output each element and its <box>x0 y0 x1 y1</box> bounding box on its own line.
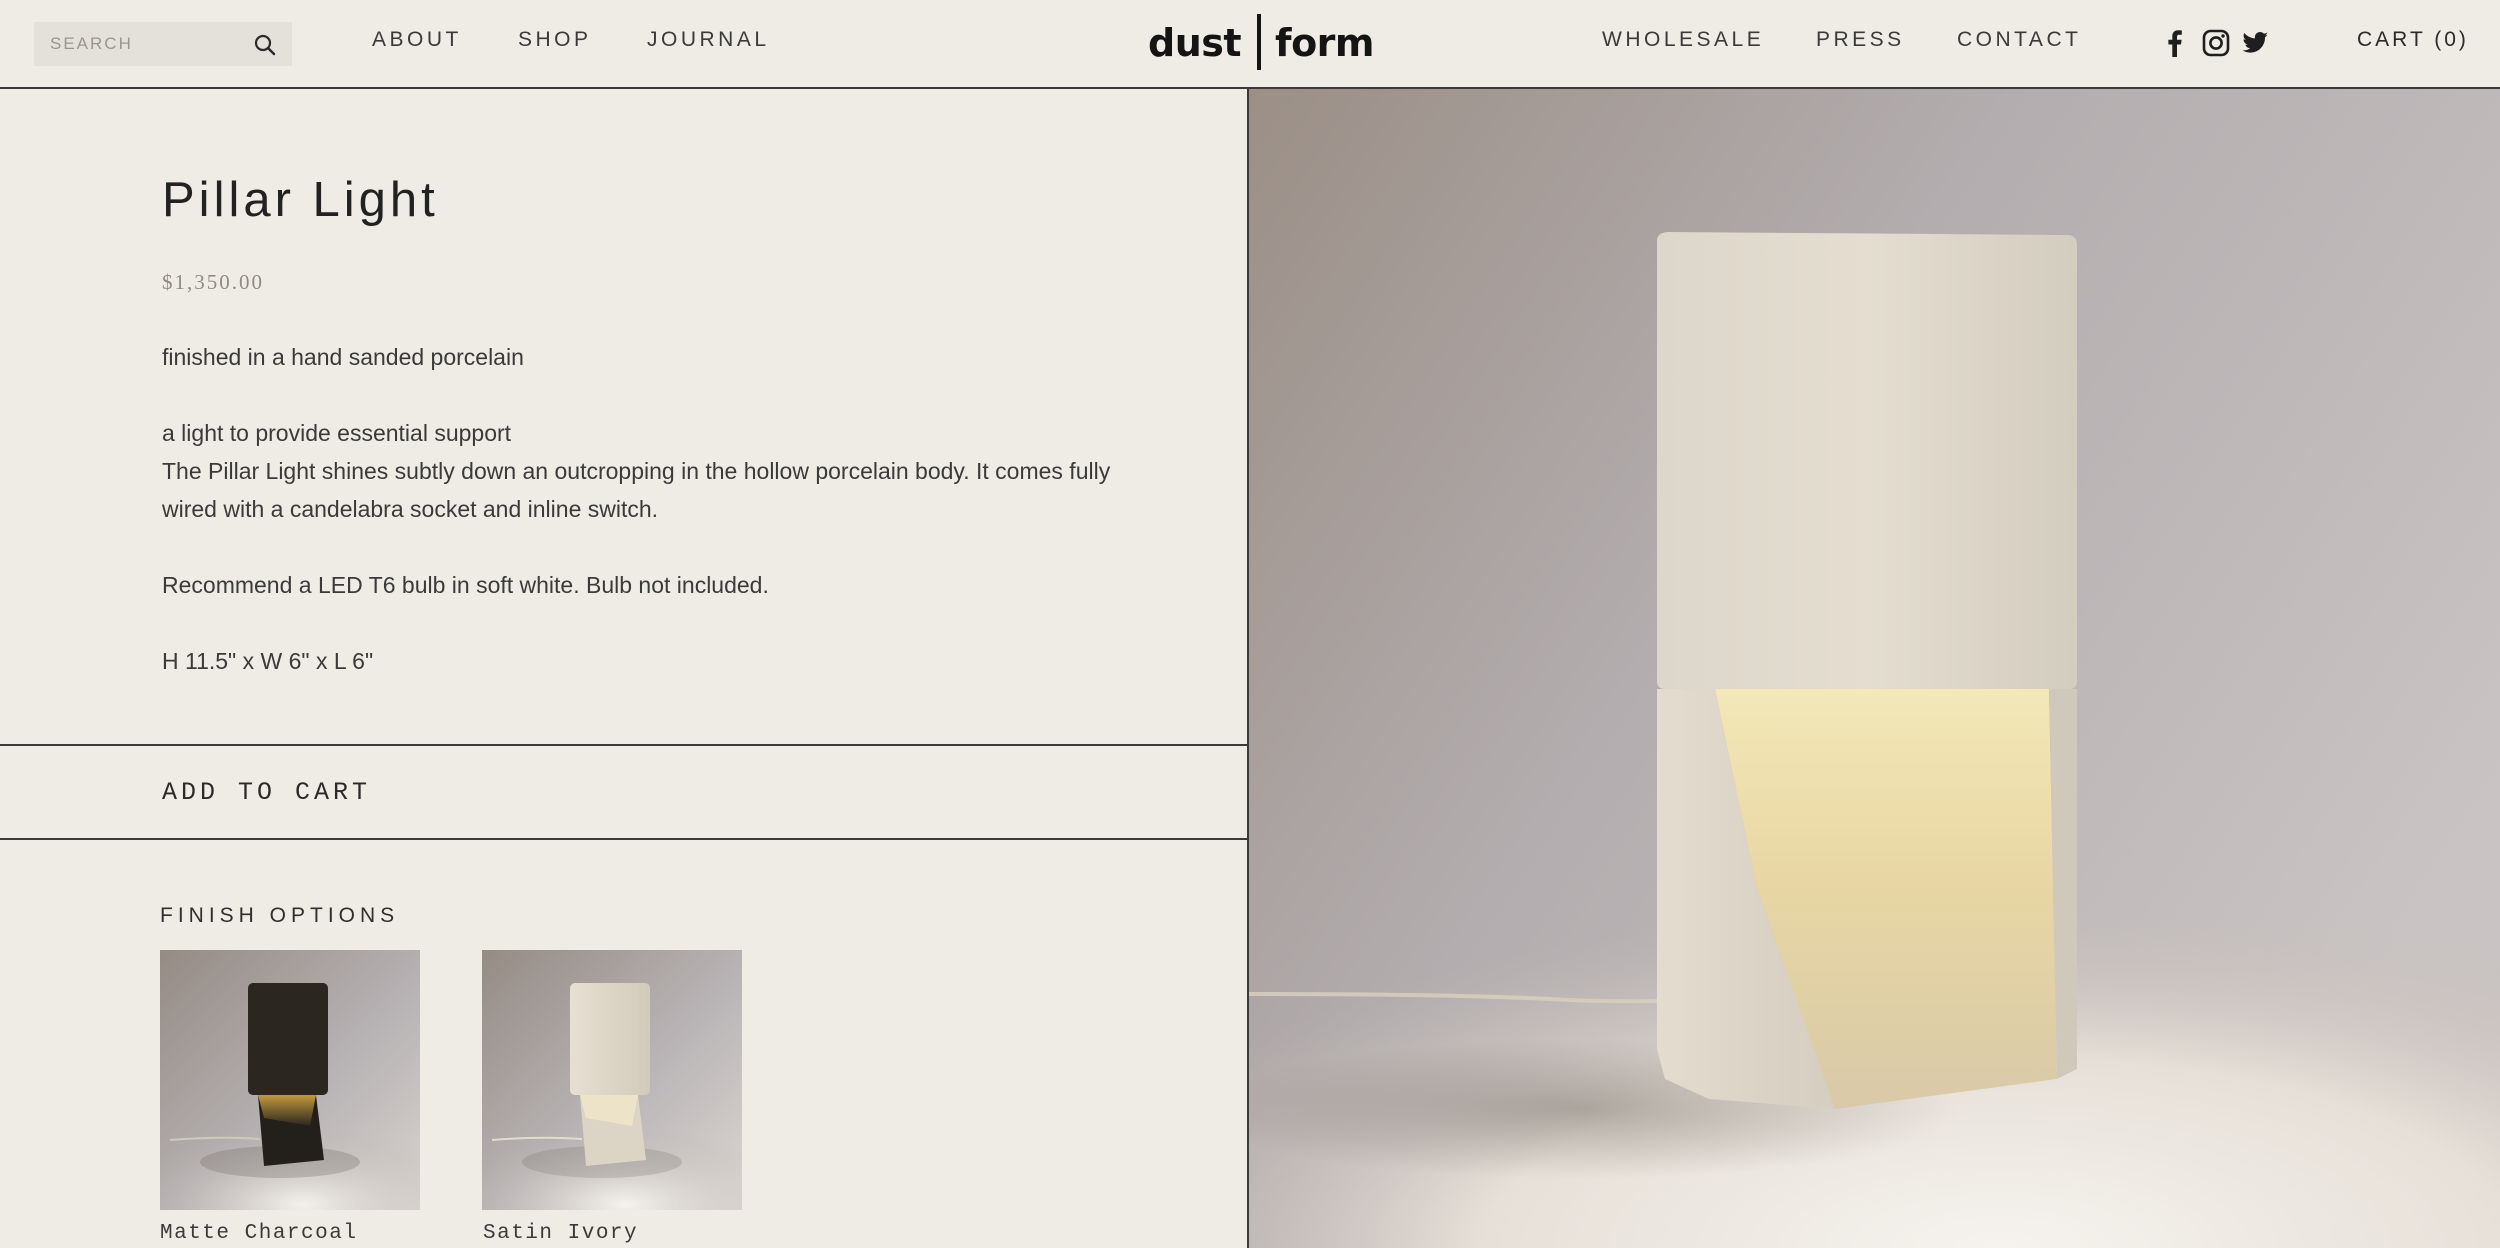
finish-option-matte-charcoal[interactable] <box>160 950 420 1210</box>
nav-journal[interactable]: JOURNAL <box>647 28 770 52</box>
matte-charcoal-thumbnail <box>160 950 420 1210</box>
nav-wholesale[interactable]: WHOLESALE <box>1602 28 1764 52</box>
add-to-cart-button[interactable]: ADD TO CART <box>0 746 1247 838</box>
nav-shop[interactable]: SHOP <box>518 28 592 52</box>
product-price: $1,350.00 <box>162 270 264 294</box>
product-bulb-note: Recommend a LED T6 bulb in soft white. B… <box>162 572 769 598</box>
product-description: The Pillar Light shines subtly down an o… <box>162 458 1111 522</box>
product-hero-image <box>1249 89 2500 1248</box>
twitter-icon[interactable] <box>2240 28 2270 58</box>
satin-ivory-thumbnail <box>482 950 742 1210</box>
site-header: ABOUT SHOP JOURNAL dust form WHOLESALE PR… <box>0 0 2500 89</box>
product-tagline: a light to provide essential support <box>162 420 512 446</box>
logo-divider <box>1257 14 1262 70</box>
search-icon[interactable] <box>252 32 278 58</box>
finish-option-label[interactable]: Satin Ivory <box>483 1222 638 1245</box>
nav-contact[interactable]: CONTACT <box>1957 28 2081 52</box>
logo-word-left: dust <box>1148 21 1242 65</box>
pillar-light-photo <box>1249 89 2500 1248</box>
brand-logo[interactable]: dust form <box>1148 14 1375 72</box>
product-finish-line: finished in a hand sanded porcelain <box>162 344 524 370</box>
logo-word-right: form <box>1275 21 1375 65</box>
product-dimensions: H 11.5" x W 6" x L 6" <box>162 648 374 674</box>
finish-option-label[interactable]: Matte Charcoal <box>160 1222 357 1245</box>
finish-option-satin-ivory[interactable] <box>482 950 742 1210</box>
divider-bottom <box>0 838 1247 840</box>
cart-link[interactable]: CART (0) <box>2357 28 2469 52</box>
product-title: Pillar Light <box>162 173 439 227</box>
nav-press[interactable]: PRESS <box>1816 28 1905 52</box>
facebook-icon[interactable] <box>2160 28 2190 58</box>
search-box[interactable] <box>34 22 292 66</box>
finish-options-heading: FINISH OPTIONS <box>160 904 400 927</box>
instagram-icon[interactable] <box>2201 28 2231 58</box>
search-input[interactable] <box>34 22 244 66</box>
nav-about[interactable]: ABOUT <box>372 28 462 52</box>
